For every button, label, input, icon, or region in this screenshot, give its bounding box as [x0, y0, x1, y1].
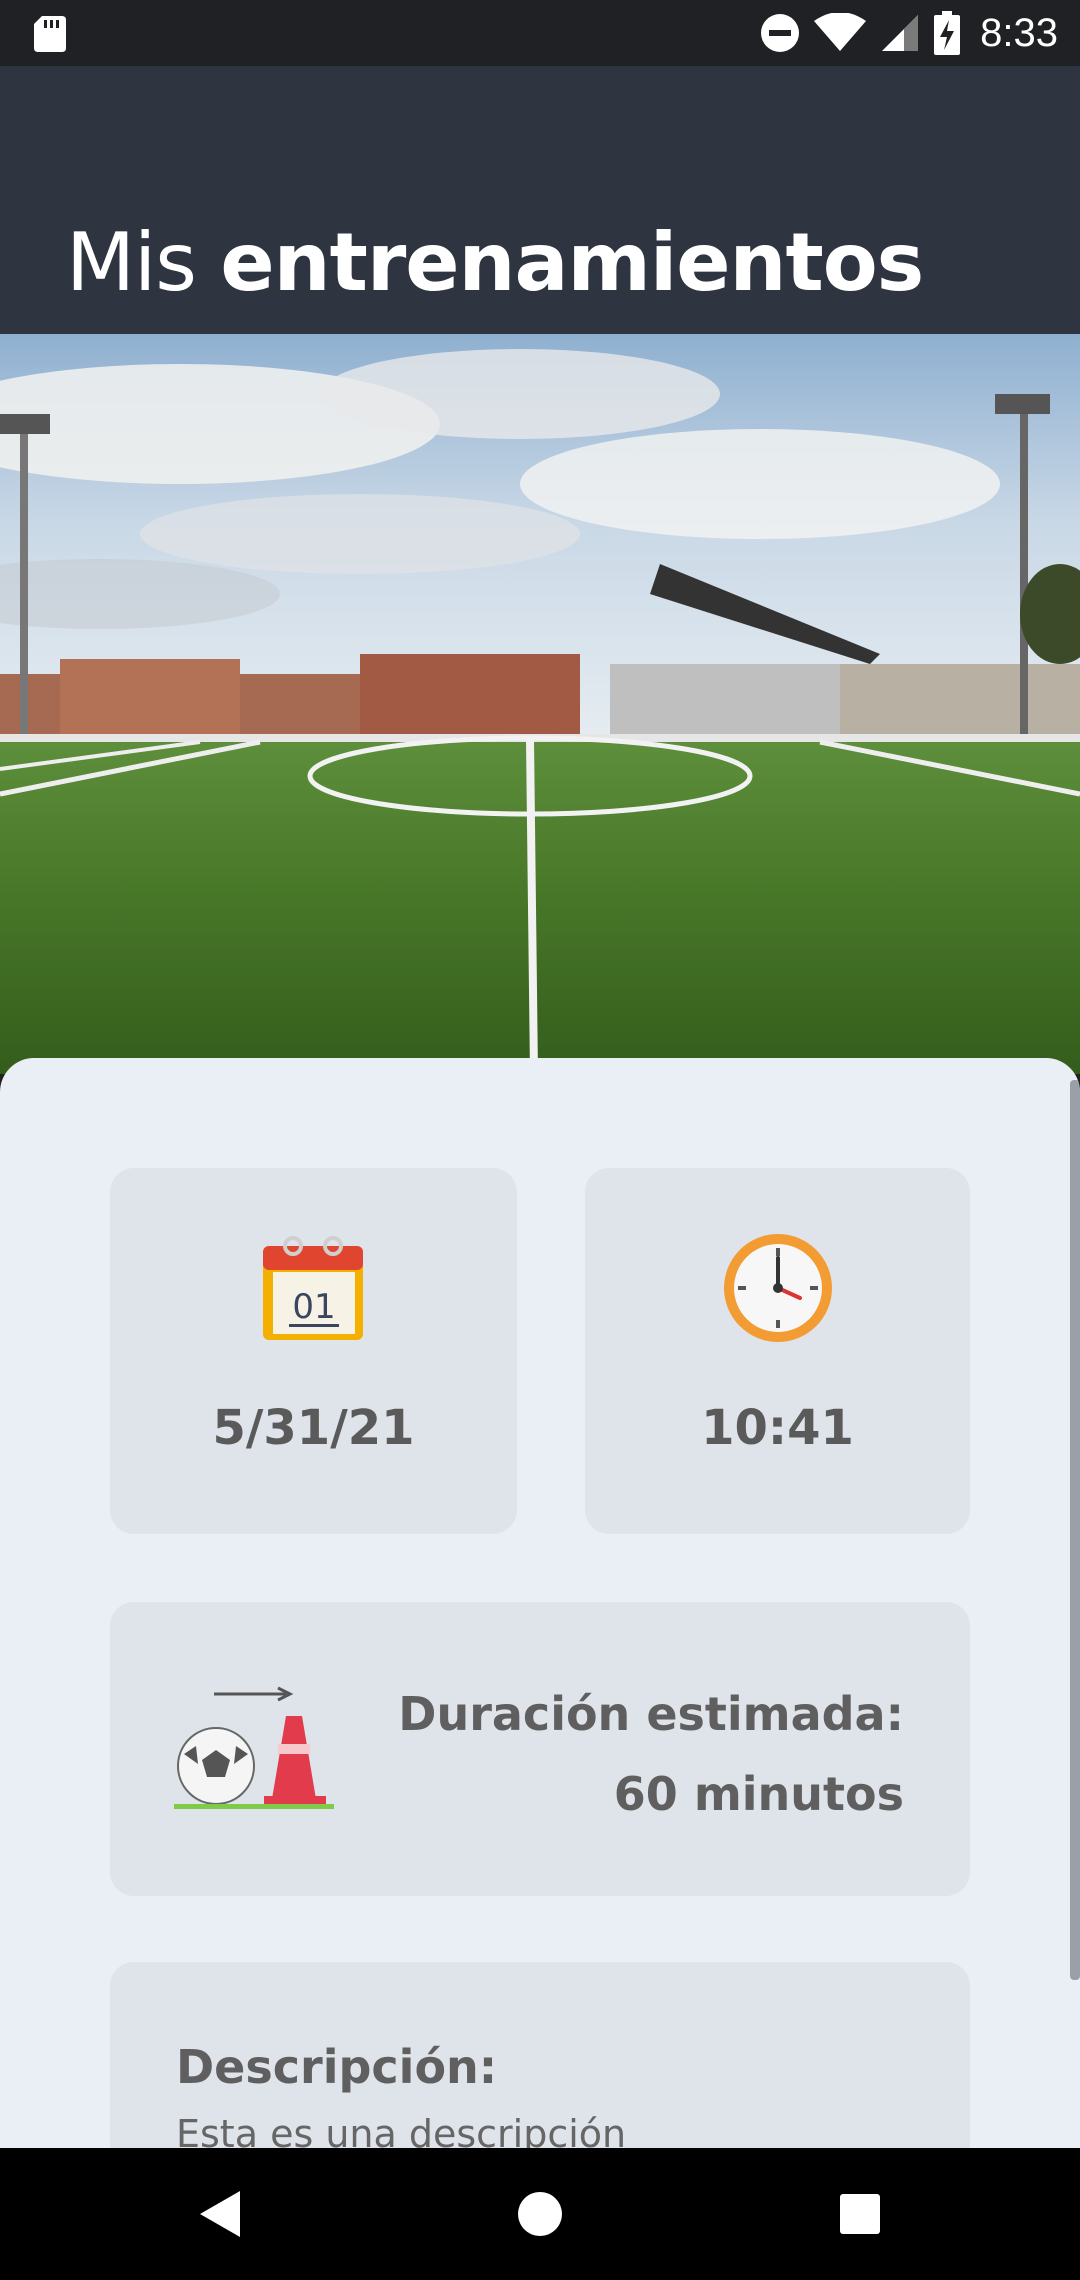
time-card: 10:41 [585, 1168, 970, 1534]
app-header: Mis entrenamientos [0, 66, 1080, 334]
description-text: Esta es una descripción [176, 2112, 627, 2148]
recents-button[interactable] [780, 2148, 940, 2280]
soccer-ball-cone-icon [174, 1686, 334, 1809]
calendar-icon: 01 [262, 1236, 363, 1340]
date-card: 01 5/31/21 [110, 1168, 517, 1534]
duration-card: Duración estimada: 60 minutos [110, 1602, 970, 1896]
scrollbar[interactable] [1070, 1080, 1080, 1980]
navigation-bar [0, 2148, 1080, 2280]
sd-card-icon [34, 16, 66, 52]
calendar-day: 01 [292, 1287, 335, 1327]
status-bar: 8:33 [0, 0, 1080, 66]
signal-icon [882, 15, 919, 51]
page-title: Mis entrenamientos [66, 216, 924, 309]
home-icon [518, 2192, 562, 2236]
battery-charging-icon [934, 11, 961, 55]
back-button[interactable] [140, 2148, 300, 2280]
wifi-icon [814, 13, 867, 51]
do-not-disturb-icon [761, 14, 800, 52]
duration-text: Duración estimada: 60 minutos [398, 1674, 904, 1834]
date-value: 5/31/21 [212, 1400, 415, 1456]
status-time: 8:33 [980, 10, 1058, 55]
duration-label: Duración estimada: [398, 1687, 904, 1741]
duration-value: 60 minutos [613, 1767, 904, 1821]
description-label: Descripción: [176, 2040, 498, 2094]
back-icon [200, 2191, 240, 2237]
clock-icon [723, 1234, 832, 1342]
hero-image [0, 334, 1080, 1074]
title-bold: entrenamientos [220, 216, 924, 309]
time-value: 10:41 [701, 1400, 854, 1456]
home-button[interactable] [460, 2148, 620, 2280]
description-card: Descripción: Esta es una descripción [110, 1962, 970, 2148]
content-sheet[interactable]: 01 5/31/21 10:41 Duración estimada: 60 m… [0, 1058, 1080, 2148]
title-light: Mis [66, 216, 197, 309]
recents-icon [840, 2194, 880, 2234]
